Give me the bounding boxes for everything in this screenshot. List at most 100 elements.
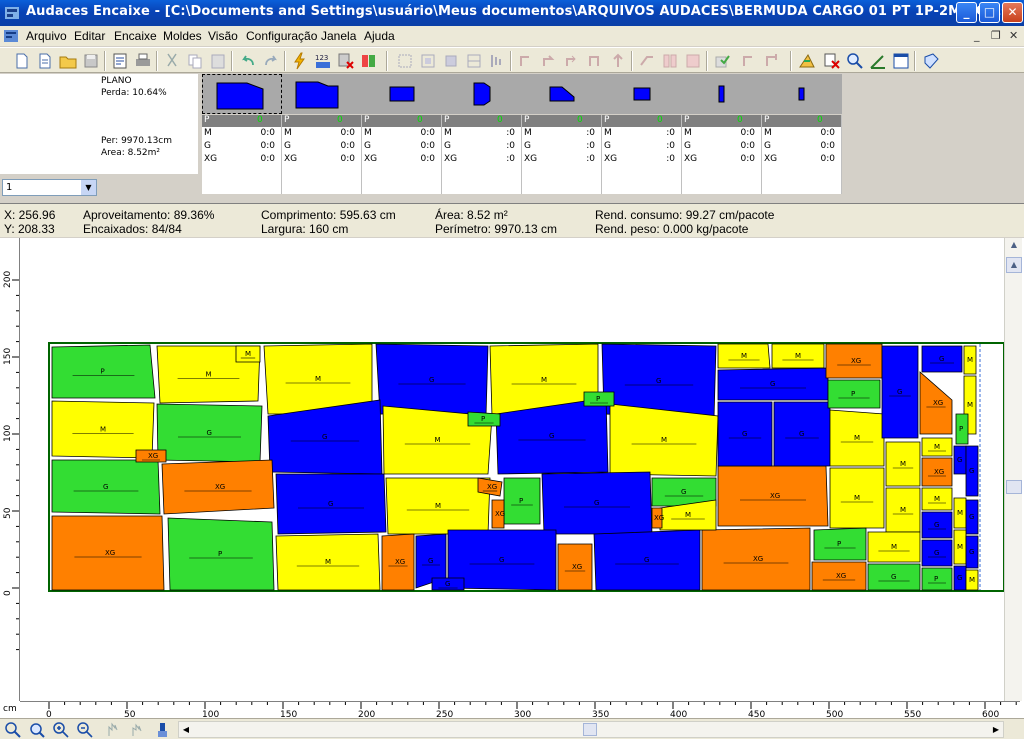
marker-piece[interactable]: M <box>953 529 967 565</box>
size-column[interactable]: P0 M:0 G:0 XG:0 <box>522 115 602 194</box>
size-column[interactable]: P0 M:0 G:0 XG:0 <box>442 115 522 194</box>
scroll-left-icon[interactable]: ◀ <box>179 722 193 737</box>
marker-piece[interactable]: G <box>375 343 489 417</box>
marker-piece[interactable]: G <box>921 539 953 567</box>
marker-piece[interactable]: XG <box>825 343 883 379</box>
marker-piece[interactable]: G <box>717 367 829 401</box>
group-icon[interactable] <box>418 51 438 71</box>
marker-piece[interactable]: XG <box>161 459 275 515</box>
mdi-restore-button[interactable]: ❐ <box>991 29 1001 42</box>
marker-piece[interactable]: XG <box>701 527 811 591</box>
new-icon[interactable] <box>12 51 32 71</box>
marker-piece[interactable]: XG <box>811 561 867 591</box>
piece-tool-icon[interactable] <box>359 51 379 71</box>
zoom-icon[interactable] <box>4 721 22 739</box>
marker-piece[interactable]: M <box>867 531 921 563</box>
print-icon[interactable] <box>133 51 153 71</box>
zoom-in-icon[interactable] <box>52 721 70 739</box>
align-icon[interactable] <box>395 51 415 71</box>
marker-piece[interactable]: M <box>385 477 491 535</box>
menu-ajuda[interactable]: Ajuda <box>364 29 395 43</box>
marker-piece[interactable]: G <box>431 577 465 591</box>
join-icon[interactable] <box>683 51 703 71</box>
remove-piece-icon[interactable] <box>822 51 842 71</box>
marker-drawing[interactable]: P MM G M GM G G M G MG XGG M GPXG PM XG G GXGG XGGMXGM MGG… <box>0 238 1004 701</box>
marker-piece[interactable]: G <box>156 403 263 463</box>
plan-preview[interactable] <box>0 74 98 174</box>
size-column[interactable]: P0 M:0 G:0 XG:0 <box>602 115 682 194</box>
menu-arquivo[interactable]: Arquivo <box>26 29 67 43</box>
zoom-fit-icon[interactable] <box>28 721 46 739</box>
marker-piece[interactable]: XG <box>921 457 953 487</box>
marker-piece[interactable]: P <box>51 344 156 399</box>
marker-piece[interactable]: M <box>609 403 719 477</box>
marker-piece[interactable]: P <box>921 567 953 591</box>
marker-piece[interactable]: M <box>51 400 155 459</box>
marker-piece[interactable]: G <box>953 565 967 591</box>
scroll-thumb[interactable] <box>583 723 597 736</box>
marker-piece[interactable]: XG <box>491 499 505 529</box>
marker-piece[interactable]: G <box>881 345 919 439</box>
align-top-icon[interactable] <box>762 51 782 71</box>
menu-encaixe[interactable]: Encaixe <box>114 29 157 43</box>
marker-piece[interactable]: G <box>593 529 701 591</box>
ungroup-icon[interactable] <box>441 51 461 71</box>
marker-piece[interactable]: G <box>275 473 387 535</box>
move-up-icon[interactable] <box>608 51 628 71</box>
marker-piece[interactable]: G <box>953 445 967 475</box>
marker-piece[interactable]: G <box>965 535 979 569</box>
marker-piece[interactable]: G <box>965 445 979 497</box>
marker-piece[interactable]: G <box>717 401 773 467</box>
mdi-close-button[interactable]: ✕ <box>1009 29 1018 42</box>
brush-icon[interactable] <box>154 721 172 739</box>
marker-piece[interactable]: M <box>963 345 977 375</box>
piece-thumb[interactable] <box>202 74 282 114</box>
check-piece-icon[interactable] <box>712 51 732 71</box>
scroll-right-icon[interactable]: ▶ <box>989 722 1003 737</box>
marker-piece[interactable]: M <box>921 487 953 511</box>
menu-janela[interactable]: Janela <box>321 29 356 43</box>
document-icon[interactable] <box>3 28 19 44</box>
marker-piece[interactable]: M <box>885 487 921 533</box>
piece-thumb[interactable] <box>442 74 522 114</box>
piece-thumb[interactable] <box>522 74 602 114</box>
piece-thumb[interactable] <box>682 74 762 114</box>
redo-icon[interactable] <box>261 51 281 71</box>
cut-icon[interactable] <box>162 51 182 71</box>
marker-piece[interactable]: XG <box>381 533 415 591</box>
lightning-icon[interactable] <box>290 51 310 71</box>
piece-thumb[interactable] <box>602 74 682 114</box>
size-column[interactable]: P0 M 0:0 G 0:0 XG 0:0 <box>202 115 282 194</box>
marker-piece[interactable]: XG <box>557 543 593 591</box>
export-icon[interactable] <box>921 51 941 71</box>
marker-piece[interactable]: M <box>829 409 885 467</box>
pan-icon[interactable] <box>104 721 122 739</box>
distribute-icon[interactable] <box>464 51 484 71</box>
close-button[interactable]: ✕ <box>1002 2 1023 23</box>
marker-piece[interactable]: M <box>771 343 825 369</box>
marker-piece[interactable]: P <box>955 413 969 445</box>
menu-editar[interactable]: Editar <box>74 29 105 43</box>
size-column[interactable]: P0 M 0:0 G 0:0 XG 0:0 <box>762 115 842 194</box>
marker-piece[interactable]: G <box>867 563 921 591</box>
properties-icon[interactable] <box>110 51 130 71</box>
marker-piece[interactable]: G <box>773 401 831 467</box>
angle-icon[interactable] <box>868 51 888 71</box>
marker-piece[interactable]: XG <box>651 507 664 529</box>
window-icon[interactable] <box>891 51 911 71</box>
paste-icon[interactable] <box>208 51 228 71</box>
size-column[interactable]: P0 M 0:0 G 0:0 XG 0:0 <box>282 115 362 194</box>
marker-piece[interactable]: P <box>583 391 615 407</box>
marker-piece[interactable]: M <box>717 343 771 369</box>
order-icon[interactable] <box>487 51 507 71</box>
marker-piece[interactable]: G <box>921 511 953 539</box>
piece-thumb[interactable] <box>282 74 362 114</box>
piece-thumb[interactable] <box>362 74 442 114</box>
marker-piece[interactable]: P <box>813 527 867 561</box>
marker-piece[interactable]: XG <box>51 515 165 591</box>
piece-thumb[interactable] <box>762 74 842 114</box>
new-document-icon[interactable] <box>35 51 55 71</box>
marker-piece[interactable]: XG <box>717 465 829 527</box>
menu-configuracao[interactable]: Configuração <box>246 29 317 43</box>
zoom-out-icon[interactable] <box>76 721 94 739</box>
